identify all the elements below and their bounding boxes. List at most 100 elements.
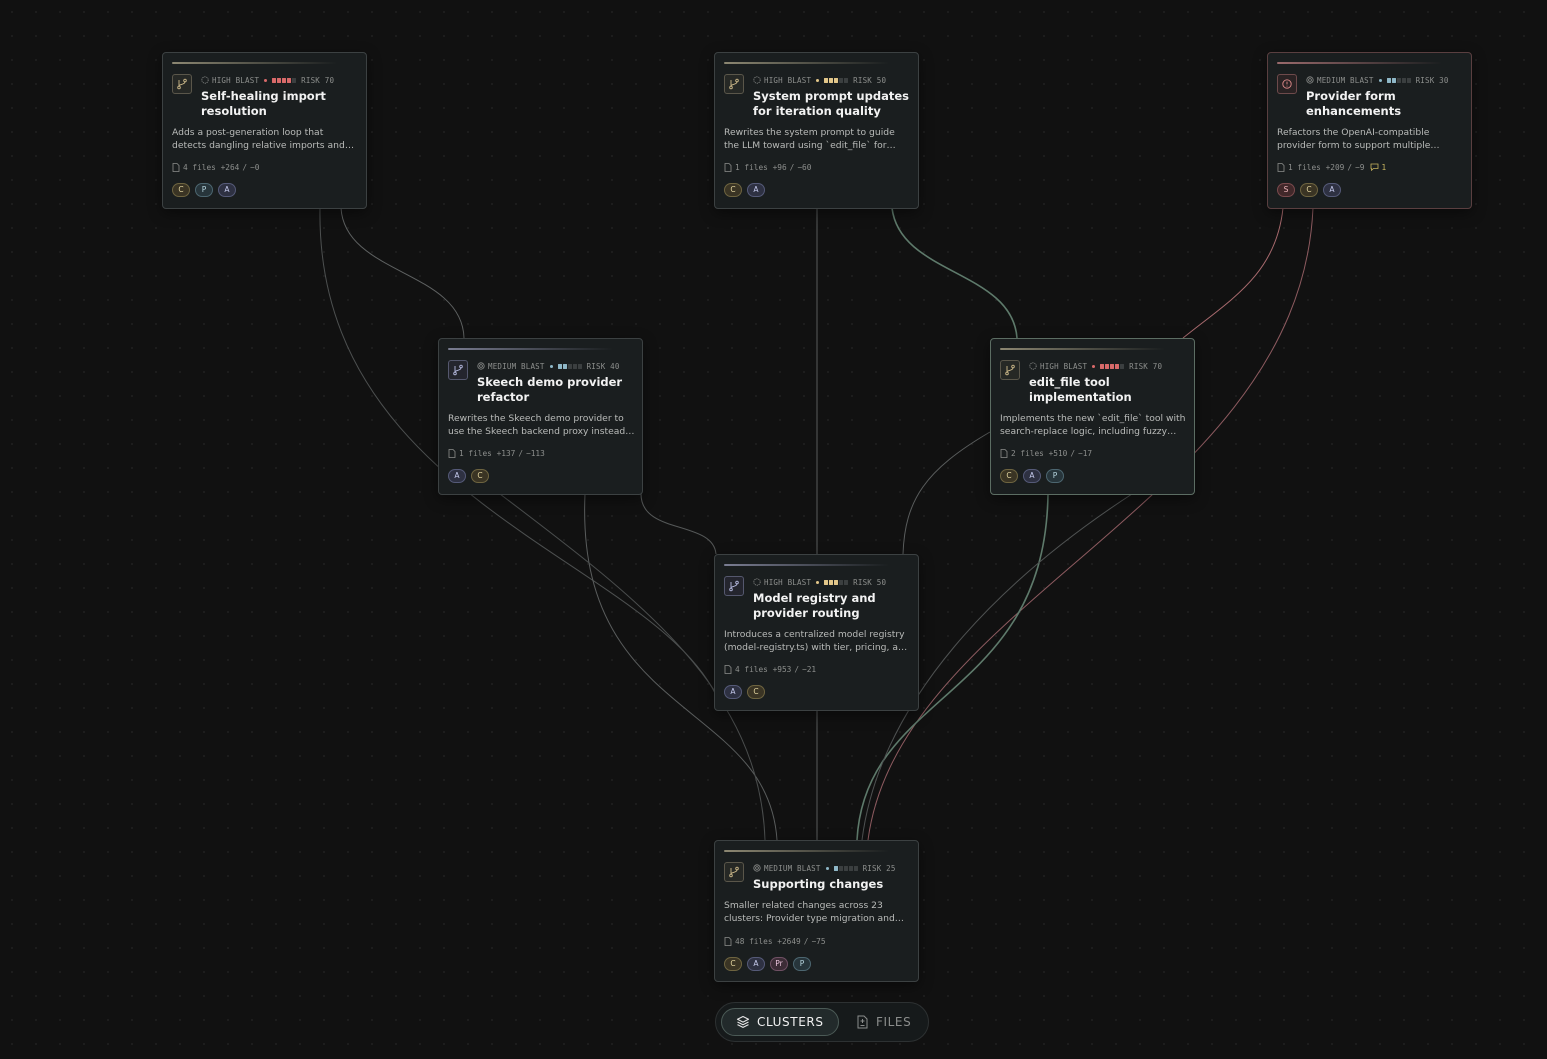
card-accent-bar — [1000, 348, 1165, 350]
card-description: Introduces a centralized model registry … — [724, 629, 910, 653]
risk-meter — [824, 579, 849, 585]
cluster-card-provider-form[interactable]: MEDIUM BLAST RISK 30 Provider form enhan… — [1267, 52, 1472, 209]
card-stats: 2 files +510 / −17 — [1000, 447, 1092, 459]
graph-canvas[interactable]: HIGH BLAST RISK 70 Self-healing import r… — [0, 0, 1547, 1059]
owner-chip[interactable]: A — [747, 183, 765, 197]
comment-icon — [1371, 163, 1379, 171]
card-stats: 48 files +2649 / −75 — [724, 935, 826, 947]
owner-chip[interactable]: A — [1023, 469, 1041, 483]
owner-chip[interactable]: C — [1300, 183, 1318, 197]
lines-added: +953 — [772, 664, 792, 674]
risk-meter — [1386, 77, 1412, 83]
owner-chip[interactable]: C — [172, 183, 190, 197]
files-count: 1 files — [459, 448, 492, 458]
blast-label: HIGH BLAST — [212, 75, 260, 85]
owner-chips: A C — [448, 469, 489, 483]
owner-chip[interactable]: P — [793, 957, 811, 971]
files-view-button[interactable]: FILES — [848, 1008, 922, 1036]
owner-chip[interactable]: A — [747, 957, 765, 971]
risk-label: RISK 70 — [1129, 361, 1163, 371]
owner-chips: C P A — [172, 183, 236, 197]
owner-chip[interactable]: Pr — [770, 957, 788, 971]
owner-chips: C A Pr P — [724, 957, 811, 971]
git-branch-icon — [724, 862, 744, 882]
card-description: Adds a post-generation loop that detects… — [172, 127, 345, 151]
git-branch-icon — [172, 74, 192, 94]
card-meta: MEDIUM BLAST RISK 30 — [1306, 74, 1449, 86]
owner-chip[interactable]: S — [1277, 183, 1295, 197]
card-stats: 4 files +953 / −21 — [724, 663, 816, 675]
owner-chip[interactable]: C — [471, 469, 489, 483]
card-description: Rewrites the Skeech demo provider to use… — [448, 413, 626, 437]
file-icon — [1277, 162, 1285, 172]
layers-icon — [736, 1015, 750, 1028]
blast-radius-icon — [477, 362, 485, 370]
cluster-card-system-prompt[interactable]: HIGH BLAST RISK 50 System prompt updates… — [714, 52, 919, 209]
cluster-card-edit-file[interactable]: HIGH BLAST RISK 70 edit_file tool implem… — [990, 338, 1195, 495]
blast-label: HIGH BLAST — [764, 75, 812, 85]
files-count: 1 files — [735, 162, 768, 172]
view-toggle: CLUSTERS FILES — [715, 1002, 929, 1042]
lines-added: +137 — [496, 448, 516, 458]
edge — [891, 207, 1018, 339]
risk-meter — [272, 77, 297, 83]
edge — [902, 431, 991, 555]
lines-added: +209 — [1325, 162, 1345, 172]
risk-label: RISK 30 — [1415, 75, 1449, 85]
lines-removed: −9 — [1355, 162, 1365, 172]
card-title: Skeech demo provider refactor — [477, 375, 623, 404]
blast-radius-icon — [753, 76, 761, 84]
card-description: Implements the new `edit_file` tool with… — [1000, 413, 1186, 437]
card-stats: 1 files +137 / −113 — [448, 447, 545, 459]
file-diff-icon — [857, 1015, 868, 1029]
owner-chips: S C A — [1277, 183, 1341, 197]
card-title: Model registry and provider routing — [753, 591, 876, 620]
git-branch-icon — [448, 360, 468, 380]
owner-chip[interactable]: C — [1000, 469, 1018, 483]
edge — [340, 207, 465, 339]
lines-added: +510 — [1048, 448, 1068, 458]
owner-chip[interactable]: C — [724, 183, 742, 197]
files-label: FILES — [876, 1015, 912, 1029]
files-count: 1 files — [1288, 162, 1321, 172]
lines-removed: −0 — [250, 162, 260, 172]
edge — [1182, 207, 1284, 339]
owner-chip[interactable]: P — [1046, 469, 1064, 483]
owner-chip[interactable]: A — [724, 685, 742, 699]
comment-count[interactable]: 1 — [1370, 163, 1386, 172]
card-stats: 1 files +96 / −60 — [724, 161, 811, 173]
cluster-card-supporting[interactable]: MEDIUM BLAST RISK 25 Supporting changes … — [714, 840, 919, 982]
card-accent-bar — [1277, 62, 1442, 64]
card-description: Rewrites the system prompt to guide the … — [724, 127, 895, 151]
card-description: Refactors the OpenAI-compatible provider… — [1277, 127, 1431, 151]
cluster-card-model-registry[interactable]: HIGH BLAST RISK 50 Model registry and pr… — [714, 554, 919, 711]
card-meta: HIGH BLAST RISK 50 — [753, 576, 886, 588]
owner-chip[interactable]: A — [448, 469, 466, 483]
blast-label: MEDIUM BLAST — [1317, 75, 1374, 85]
card-title: Supporting changes — [753, 877, 884, 891]
owner-chip[interactable]: P — [195, 183, 213, 197]
file-icon — [724, 664, 732, 674]
card-title: edit_file tool implementation — [1029, 375, 1132, 404]
files-count: 48 files — [735, 936, 773, 946]
card-accent-bar — [448, 348, 613, 350]
file-icon — [724, 936, 732, 946]
owner-chip[interactable]: A — [218, 183, 236, 197]
owner-chip[interactable]: C — [724, 957, 742, 971]
git-branch-icon — [724, 74, 744, 94]
risk-label: RISK 40 — [586, 361, 620, 371]
card-accent-bar — [724, 62, 889, 64]
lines-added: +2649 — [777, 936, 801, 946]
cluster-card-self-healing[interactable]: HIGH BLAST RISK 70 Self-healing import r… — [162, 52, 367, 209]
files-count: 4 files — [183, 162, 216, 172]
lines-added: +264 — [220, 162, 240, 172]
owner-chip[interactable]: C — [747, 685, 765, 699]
card-meta: HIGH BLAST RISK 50 — [753, 74, 886, 86]
edge — [867, 207, 1314, 841]
owner-chip[interactable]: A — [1323, 183, 1341, 197]
shield-alert-icon — [1277, 74, 1297, 94]
cluster-card-skeech-demo[interactable]: MEDIUM BLAST RISK 40 Skeech demo provide… — [438, 338, 643, 495]
risk-meter — [824, 77, 849, 83]
risk-meter — [1100, 363, 1125, 369]
clusters-view-button[interactable]: CLUSTERS — [721, 1008, 839, 1036]
